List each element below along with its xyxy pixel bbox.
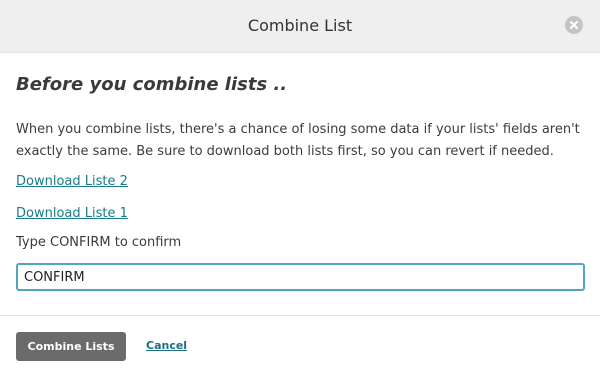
confirm-input[interactable]: [16, 263, 585, 291]
combine-list-dialog: Combine List Before you combine lists ..…: [0, 0, 600, 377]
combine-lists-button[interactable]: Combine Lists: [16, 332, 126, 361]
dialog-heading: Before you combine lists ..: [16, 74, 288, 95]
close-button[interactable]: [565, 16, 583, 34]
cancel-link[interactable]: Cancel: [146, 339, 187, 352]
download-list-2-link[interactable]: Download Liste 2: [16, 174, 128, 189]
close-icon: [570, 21, 578, 29]
dialog-title: Combine List: [247, 16, 353, 35]
confirm-label: Type CONFIRM to confirm: [16, 235, 182, 250]
dialog-header: Combine List: [0, 0, 600, 53]
download-list-1-link[interactable]: Download Liste 1: [16, 206, 128, 221]
warning-description: When you combine lists, there's a chance…: [16, 122, 580, 159]
footer-divider: [0, 315, 600, 316]
